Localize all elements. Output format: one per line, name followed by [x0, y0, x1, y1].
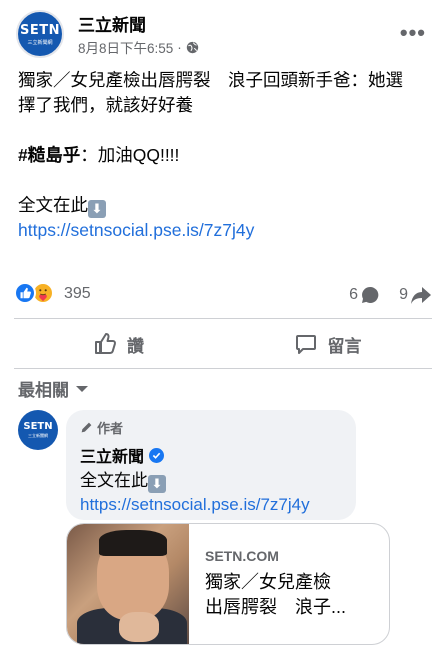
meta-separator: ·	[177, 39, 182, 55]
author-badge: 作者	[80, 418, 342, 437]
commenter-name[interactable]: 三立新聞	[80, 443, 144, 467]
avatar-logo-text: SETN	[20, 22, 60, 38]
post-body: 獨家／女兒產檢出唇腭裂 浪子回頭新手爸：她選擇了我們，就該好好養 #糙島乎：加油…	[18, 68, 418, 243]
down-arrow-emoji-icon: ⬇	[148, 475, 166, 493]
divider-bottom	[14, 368, 432, 369]
comment-body-label: 全文在此	[80, 471, 148, 490]
comment-count[interactable]: 6	[349, 285, 380, 305]
thumbs-up-icon	[95, 333, 116, 354]
author-badge-label: 作者	[97, 421, 124, 436]
avatar-logo-subtext: 三立新聞網	[27, 39, 53, 46]
commenter-name-row: 三立新聞	[80, 443, 342, 467]
reaction-icons[interactable]	[14, 282, 54, 304]
more-options-icon[interactable]: •••	[400, 22, 426, 44]
globe-icon[interactable]	[186, 41, 199, 54]
full-text-label: 全文在此	[18, 195, 88, 215]
share-count-value: 9	[399, 286, 408, 303]
post-header: SETN 三立新聞網 三立新聞 8月8日下午6:55 · •••	[16, 8, 430, 60]
hashtag-link[interactable]: #糙島乎	[18, 145, 80, 165]
post-link[interactable]: https://setnsocial.pse.is/7z7j4y	[18, 220, 254, 240]
sort-label: 最相關	[18, 381, 69, 400]
like-label: 讚	[127, 336, 144, 356]
post-hashtag-line: #糙島乎：加油QQ!!!!	[18, 143, 418, 168]
page-name[interactable]: 三立新聞	[78, 11, 146, 36]
reaction-count[interactable]: 395	[64, 285, 91, 303]
preview-text: SETN.COM 獨家／女兒產檢 出唇腭裂 浪子...	[189, 524, 389, 644]
like-button[interactable]: 讚	[14, 324, 223, 364]
share-arrow-icon	[411, 287, 431, 304]
comment-sort-dropdown[interactable]: 最相關	[18, 376, 89, 401]
comment-icon	[295, 335, 316, 354]
full-text-line: 全文在此 ⬇	[18, 193, 418, 218]
comment-label: 留言	[327, 336, 362, 356]
hashtag-rest: ：加油QQ!!!!	[80, 145, 180, 165]
reactions-bar: 395 6 9	[14, 282, 432, 306]
comment-count-value: 6	[349, 286, 358, 303]
like-reaction-icon	[14, 282, 36, 304]
commenter-avatar[interactable]: SETN 三立新聞網	[18, 410, 58, 450]
comment-text: 全文在此 ⬇	[80, 469, 342, 493]
action-bar: 讚 留言	[14, 324, 432, 364]
post-meta: 8月8日下午6:55 ·	[78, 37, 199, 57]
down-arrow-emoji-icon: ⬇	[88, 200, 106, 218]
dropdown-caret-icon	[76, 385, 88, 392]
page-avatar[interactable]: SETN 三立新聞網	[16, 10, 64, 58]
preview-domain: SETN.COM	[205, 548, 279, 564]
verified-icon	[149, 447, 165, 463]
comment-bubble: 作者 三立新聞 全文在此 ⬇ https://setnsocial.pse.is/…	[66, 410, 356, 520]
commenter-logo-subtext: 三立新聞網	[28, 433, 48, 438]
divider-top	[14, 318, 432, 319]
preview-title-line1: 獨家／女兒產檢	[205, 572, 331, 592]
preview-title-line2: 出唇腭裂 浪子...	[205, 597, 347, 617]
pencil-icon	[81, 422, 92, 433]
link-preview-card[interactable]: SETN.COM 獨家／女兒產檢 出唇腭裂 浪子...	[66, 523, 390, 645]
post-headline: 獨家／女兒產檢出唇腭裂 浪子回頭新手爸：她選擇了我們，就該好好養	[18, 70, 403, 115]
comment-bubble-icon	[362, 286, 379, 303]
post-date[interactable]: 8月8日下午6:55	[78, 37, 173, 57]
comment-link[interactable]: https://setnsocial.pse.is/7z7j4y	[80, 493, 342, 517]
commenter-logo-text: SETN	[23, 421, 53, 432]
preview-thumbnail	[67, 524, 189, 644]
comment-button[interactable]: 留言	[223, 324, 432, 364]
share-count[interactable]: 9	[399, 285, 432, 305]
preview-title: 獨家／女兒產檢 出唇腭裂 浪子...	[205, 570, 373, 620]
